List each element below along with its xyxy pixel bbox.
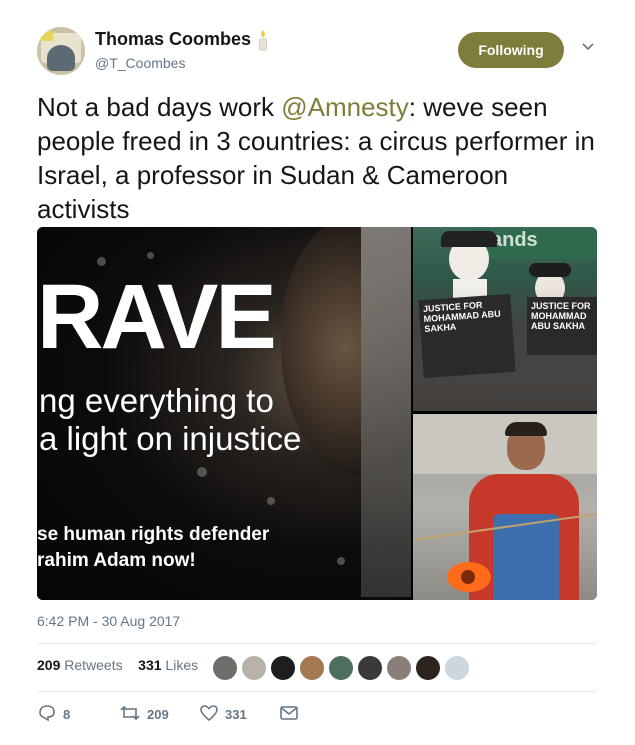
retweets-stat[interactable]: 209 Retweets [37, 657, 127, 673]
author-name[interactable]: Thomas Coombes [95, 29, 251, 50]
liker-avatar[interactable] [212, 655, 238, 681]
heart-icon [199, 704, 219, 725]
tweet-stats: 209 Retweets 331 Likes [37, 657, 198, 681]
liker-avatar[interactable] [386, 655, 412, 681]
reply-icon [37, 704, 57, 725]
media-image-performer[interactable] [413, 414, 597, 600]
media-grid: RAVE ng everything to a light on injusti… [37, 227, 597, 600]
divider-bottom [37, 691, 597, 692]
protest-sign-left: JUSTICE FOR MOHAMMAD ABU SAKHA [418, 293, 516, 379]
direct-message-action[interactable] [279, 704, 299, 725]
tweet-header: Thomas Coombes @T_Coombes Following [37, 27, 603, 77]
tweet-text: Not a bad days work @Amnesty: weve seen … [37, 90, 597, 226]
poster-headline: RAVE [37, 266, 277, 368]
tweet-timestamp[interactable]: 6:42 PM - 30 Aug 2017 [37, 613, 180, 629]
store-sign-text: ands [491, 229, 538, 251]
chevron-down-icon[interactable] [581, 39, 595, 58]
liker-avatar[interactable] [328, 655, 354, 681]
retweet-count: 209 [147, 707, 169, 722]
like-count: 331 [225, 707, 247, 722]
retweets-count: 209 [37, 657, 61, 673]
poster-line-5: rahim Adam now! [37, 550, 196, 571]
retweet-icon [119, 704, 141, 725]
media-image-main[interactable]: RAVE ng everything to a light on injusti… [37, 227, 411, 600]
poster-line-2: ng everything to [39, 382, 274, 419]
mention-link[interactable]: @Amnesty [281, 92, 409, 122]
like-action[interactable]: 331 [199, 704, 247, 725]
poster-line-3: a light on injustice [39, 420, 302, 457]
reply-action[interactable]: 8 [37, 704, 70, 725]
candle-icon [257, 29, 269, 56]
protest-sign-right: JUSTICE FOR MOHAMMAD ABU SAKHA [527, 297, 597, 355]
poster-line-4: se human rights defender [37, 524, 270, 545]
likes-count: 331 [138, 657, 162, 673]
likes-label: Likes [165, 657, 199, 673]
liker-avatar[interactable] [241, 655, 267, 681]
retweet-action[interactable]: 209 [119, 704, 169, 725]
reply-count: 8 [63, 707, 71, 722]
author-handle[interactable]: @T_Coombes [95, 55, 185, 71]
following-button[interactable]: Following [458, 32, 564, 68]
divider-top [37, 643, 597, 644]
media-image-protest[interactable]: ands JUSTICE FOR MOHAMMAD ABU SAKHA JUST… [413, 227, 597, 411]
liker-avatar[interactable] [444, 655, 470, 681]
message-icon [279, 704, 299, 725]
liker-avatar[interactable] [357, 655, 383, 681]
likes-stat[interactable]: 331 Likes [138, 657, 198, 673]
liker-avatar[interactable] [270, 655, 296, 681]
author-avatar[interactable] [37, 27, 85, 75]
liker-avatar[interactable] [299, 655, 325, 681]
retweets-label: Retweets [64, 657, 123, 673]
tweet-text-before: Not a bad days work [37, 92, 282, 122]
liker-avatar[interactable] [415, 655, 441, 681]
